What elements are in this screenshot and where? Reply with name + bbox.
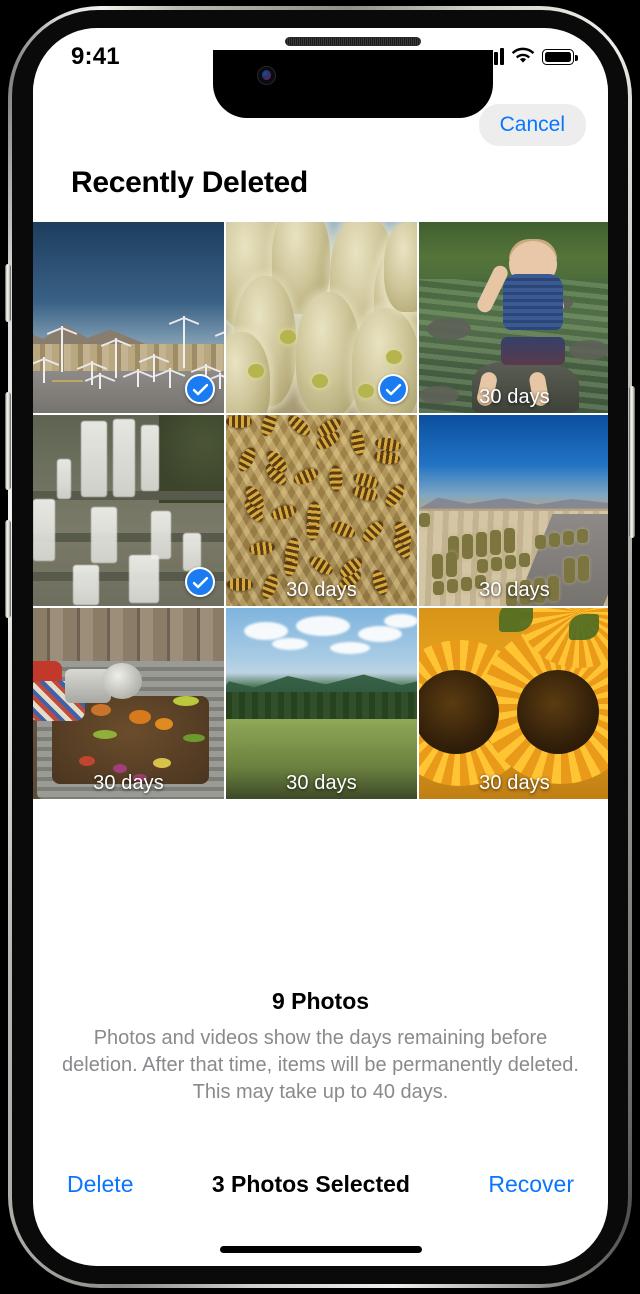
cancel-button[interactable]: Cancel [478, 104, 586, 146]
days-remaining-label: 30 days [479, 386, 550, 408]
selected-checkmark-icon[interactable] [378, 374, 408, 404]
photo-thumbnail-art [226, 415, 417, 606]
photo-thumbnail[interactable]: 30 days [226, 608, 417, 799]
photo-thumbnail-art [419, 222, 608, 413]
photo-thumbnail-art [226, 608, 417, 799]
photo-count: 9 Photos [271, 988, 370, 1014]
action-button[interactable] [5, 264, 11, 322]
photo-thumbnail[interactable] [226, 222, 417, 413]
front-camera-icon [257, 66, 276, 85]
page-title: Recently Deleted [71, 166, 308, 199]
photo-thumbnail[interactable]: 30 days [33, 608, 224, 799]
photo-thumbnail[interactable] [33, 415, 224, 606]
bottom-toolbar: Delete 3 Photos Selected Recover [33, 1156, 608, 1212]
recover-button[interactable]: Recover [488, 1171, 574, 1198]
volume-down-button[interactable] [5, 392, 11, 490]
iphone-device: 9:41 Cancel Recently Deleted 30 days 30 d… [0, 0, 640, 1294]
days-remaining-label: 30 days [479, 772, 550, 794]
photo-grid: 30 days 30 days 30 days 30 days 30 days 30 da… [33, 222, 608, 799]
power-button[interactable] [629, 386, 635, 538]
days-remaining-label: 30 days [479, 579, 550, 601]
selected-checkmark-icon[interactable] [185, 567, 215, 597]
footer-description: Photos and videos show the days remainin… [62, 1027, 579, 1103]
selection-count-label: 3 Photos Selected [211, 1170, 410, 1197]
photo-thumbnail[interactable] [33, 222, 224, 413]
days-remaining-label: 30 days [93, 772, 164, 794]
battery-full-icon [542, 49, 578, 65]
days-remaining-label: 30 days [286, 579, 357, 601]
photo-thumbnail-art [33, 608, 224, 799]
dynamic-island [213, 50, 493, 118]
selected-checkmark-icon[interactable] [185, 374, 215, 404]
delete-button[interactable]: Delete [67, 1171, 133, 1198]
volume-up-button[interactable] [5, 520, 11, 618]
earpiece-speaker-icon [285, 37, 421, 46]
photo-thumbnail[interactable]: 30 days [419, 608, 608, 799]
photo-thumbnail[interactable]: 30 days [419, 415, 608, 606]
iphone-screen: 9:41 Cancel Recently Deleted 30 days 30 d… [33, 28, 608, 1266]
days-remaining-label: 30 days [286, 772, 357, 794]
photo-thumbnail-art [419, 608, 608, 799]
photo-thumbnail[interactable]: 30 days [226, 415, 417, 606]
wifi-icon [511, 47, 535, 63]
status-bar-time: 9:41 [71, 43, 120, 70]
home-indicator[interactable] [219, 1246, 422, 1253]
status-bar-indicators [480, 47, 578, 65]
footer-info: 9 Photos Photos and videos show the days… [33, 988, 608, 1106]
photo-thumbnail[interactable]: 30 days [419, 222, 608, 413]
photo-thumbnail-art [419, 415, 608, 606]
